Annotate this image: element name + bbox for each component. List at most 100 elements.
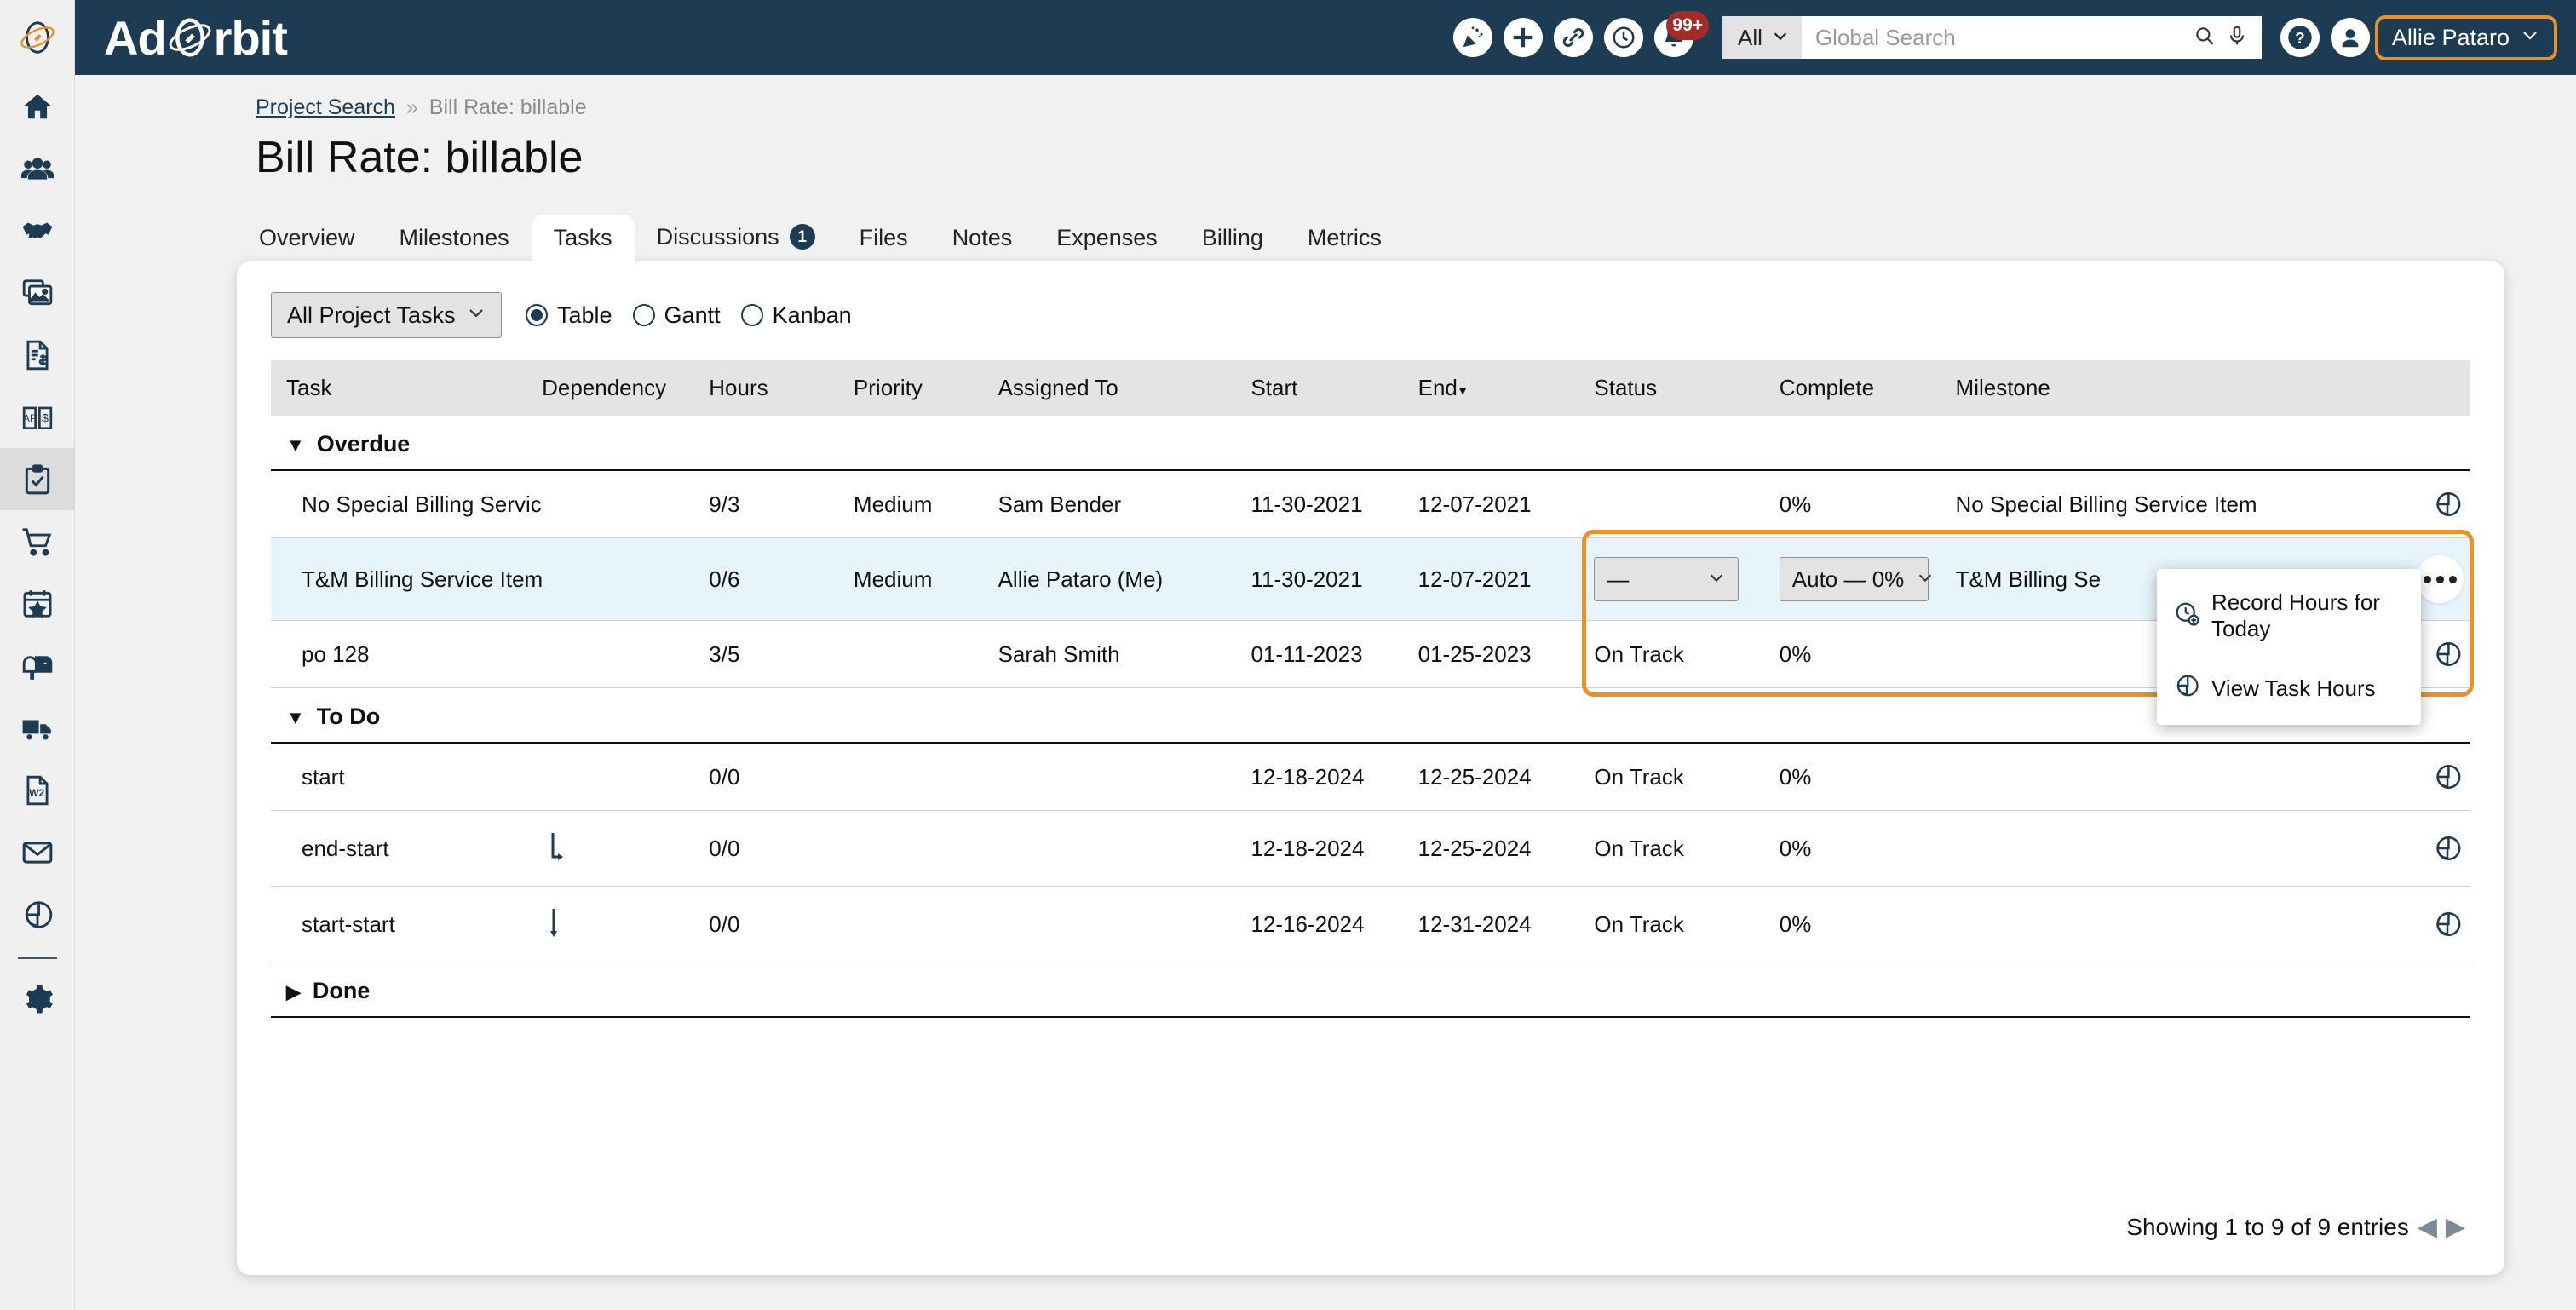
user-menu-button[interactable]: Allie Pataro <box>2375 15 2557 60</box>
col-dependency[interactable]: Dependency <box>542 360 709 416</box>
truck-icon <box>21 712 54 744</box>
tab-tasks[interactable]: Tasks <box>532 215 635 261</box>
tab-overview[interactable]: Overview <box>237 215 377 261</box>
complete-select[interactable]: Auto — 0% <box>1780 557 1929 601</box>
col-status[interactable]: Status <box>1594 360 1779 416</box>
search-input[interactable] <box>1815 25 2183 51</box>
view-mode-kanban[interactable]: Kanban <box>741 302 852 329</box>
sidebar-item-invoices[interactable] <box>0 324 75 386</box>
cell-priority: Medium <box>854 538 998 621</box>
history-clock-icon[interactable] <box>1604 18 1643 57</box>
search-scope-label: All <box>1738 25 1762 51</box>
breadcrumb-link-project-search[interactable]: Project Search <box>256 95 395 119</box>
cell-status: On Track <box>1594 743 1779 811</box>
task-filter-select[interactable]: All Project Tasks <box>271 292 502 338</box>
tab-metrics[interactable]: Metrics <box>1285 215 1404 261</box>
caret-icon[interactable]: ▼ <box>286 434 305 457</box>
table-row[interactable]: po 128 3/5 Sarah Smith 01-11-2023 01-25-… <box>271 621 2470 688</box>
tab-billing[interactable]: Billing <box>1180 215 1285 261</box>
plus-icon[interactable] <box>1504 18 1543 57</box>
table-row[interactable]: start 0/0 12-18-2024 12-25-2024 On Track… <box>271 743 2470 811</box>
col-start[interactable]: Start <box>1251 360 1417 416</box>
sidebar-item-projects[interactable] <box>0 448 75 510</box>
cell-dependency <box>542 470 709 538</box>
view-mode-label: Gantt <box>664 302 721 329</box>
col-complete[interactable]: Complete <box>1780 360 1956 416</box>
view-mode-table[interactable]: Table <box>526 302 612 329</box>
celebration-icon[interactable] <box>1453 18 1492 57</box>
status-select[interactable]: — <box>1594 557 1739 601</box>
link-icon[interactable] <box>1554 18 1593 57</box>
sidebar-item-settings[interactable] <box>0 968 75 1030</box>
sidebar-item-home[interactable] <box>0 75 75 137</box>
handshake-icon <box>21 215 54 247</box>
table-row[interactable]: end-start 0/0 12-18-2024 <box>271 811 2470 887</box>
view-mode-gantt[interactable]: Gantt <box>633 302 721 329</box>
status-select-value: — <box>1607 566 1629 593</box>
view-task-hours-icon[interactable] <box>2389 762 2471 791</box>
sidebar-divider <box>18 957 57 959</box>
sidebar-item-contacts[interactable] <box>0 137 75 199</box>
sidebar-item-reports[interactable] <box>0 883 75 945</box>
sidebar-logo-icon[interactable] <box>0 0 74 75</box>
view-task-hours-icon[interactable] <box>2389 834 2471 863</box>
cell-hours: 3/5 <box>709 621 854 688</box>
envelope-icon <box>21 836 54 869</box>
app-brand[interactable]: Ad rbit <box>104 10 287 66</box>
col-actions <box>2389 360 2471 416</box>
bell-icon[interactable]: 99+ <box>1654 18 1693 57</box>
user-avatar-icon[interactable] <box>2331 18 2370 57</box>
sidebar-item-mailbox[interactable] <box>0 635 75 697</box>
tab-discussions[interactable]: Discussions 1 <box>635 212 837 261</box>
col-hours[interactable]: Hours <box>709 360 854 416</box>
entries-count-label: Showing 1 to 9 of 9 entries <box>2126 1214 2409 1241</box>
menu-item-record-hours-for-today[interactable]: Record Hours for Today <box>2157 574 2421 658</box>
cell-assigned-to: Sam Bender <box>998 470 1251 538</box>
col-end[interactable]: End▾ <box>1418 360 1595 416</box>
table-row[interactable]: No Special Billing Service Item 9/3 Medi… <box>271 470 2470 538</box>
tab-label: Expenses <box>1056 227 1158 250</box>
tab-notes[interactable]: Notes <box>930 215 1035 261</box>
tab-expenses[interactable]: Expenses <box>1034 215 1180 261</box>
search-icon[interactable] <box>2194 25 2216 51</box>
table-row-selected[interactable]: T&M Billing Service Item 0/6 Medium Alli… <box>271 538 2470 621</box>
cell-dependency <box>542 811 709 887</box>
table-row[interactable]: start-start 0/0 12-16-2024 <box>271 887 2470 962</box>
radio-indicator <box>741 304 763 326</box>
help-icon[interactable]: ? <box>2280 18 2320 57</box>
sidebar-item-calendar[interactable] <box>0 572 75 635</box>
sidebar-item-deals[interactable] <box>0 199 75 261</box>
group-row-overdue[interactable]: ▼Overdue <box>271 416 2470 470</box>
tab-milestones[interactable]: Milestones <box>377 215 532 261</box>
search-scope-dropdown[interactable]: All <box>1722 16 1802 59</box>
view-task-hours-icon[interactable] <box>2389 490 2471 519</box>
pagination-next-button[interactable]: ▶ <box>2446 1215 2465 1240</box>
col-priority[interactable]: Priority <box>854 360 998 416</box>
cell-priority <box>854 743 998 811</box>
sidebar-item-orders[interactable] <box>0 510 75 572</box>
cell-assigned-to: Sarah Smith <box>998 621 1251 688</box>
menu-item-view-task-hours[interactable]: View Task Hours <box>2157 658 2421 720</box>
pagination-prev-button[interactable]: ◀ <box>2418 1215 2437 1240</box>
group-row-done[interactable]: ▶ Done <box>271 962 2470 1018</box>
row-more-actions-button[interactable] <box>2416 555 2464 603</box>
cell-dependency <box>542 887 709 962</box>
cell-actions <box>2389 743 2471 811</box>
group-row-to-do[interactable]: ▼To Do <box>271 688 2470 744</box>
col-task[interactable]: Task <box>271 360 542 416</box>
col-milestone[interactable]: Milestone <box>1956 360 2389 416</box>
dot <box>2436 576 2444 583</box>
sidebar-item-messages[interactable] <box>0 821 75 883</box>
caret-icon[interactable]: ▼ <box>286 707 305 729</box>
view-task-hours-icon[interactable] <box>2389 910 2471 939</box>
cell-task: T&M Billing Service Item <box>271 538 542 621</box>
caret-icon[interactable]: ▶ <box>286 981 301 1003</box>
microphone-icon[interactable] <box>2226 25 2248 51</box>
sidebar-item-accounts-payable[interactable]: AP$ <box>0 386 75 448</box>
group-label: Done <box>313 978 371 1003</box>
sidebar-item-w2[interactable]: W2 <box>0 759 75 821</box>
col-assigned-to[interactable]: Assigned To <box>998 360 1251 416</box>
tab-files[interactable]: Files <box>837 215 930 261</box>
sidebar-item-media[interactable] <box>0 261 75 324</box>
sidebar-item-shipping[interactable] <box>0 697 75 759</box>
